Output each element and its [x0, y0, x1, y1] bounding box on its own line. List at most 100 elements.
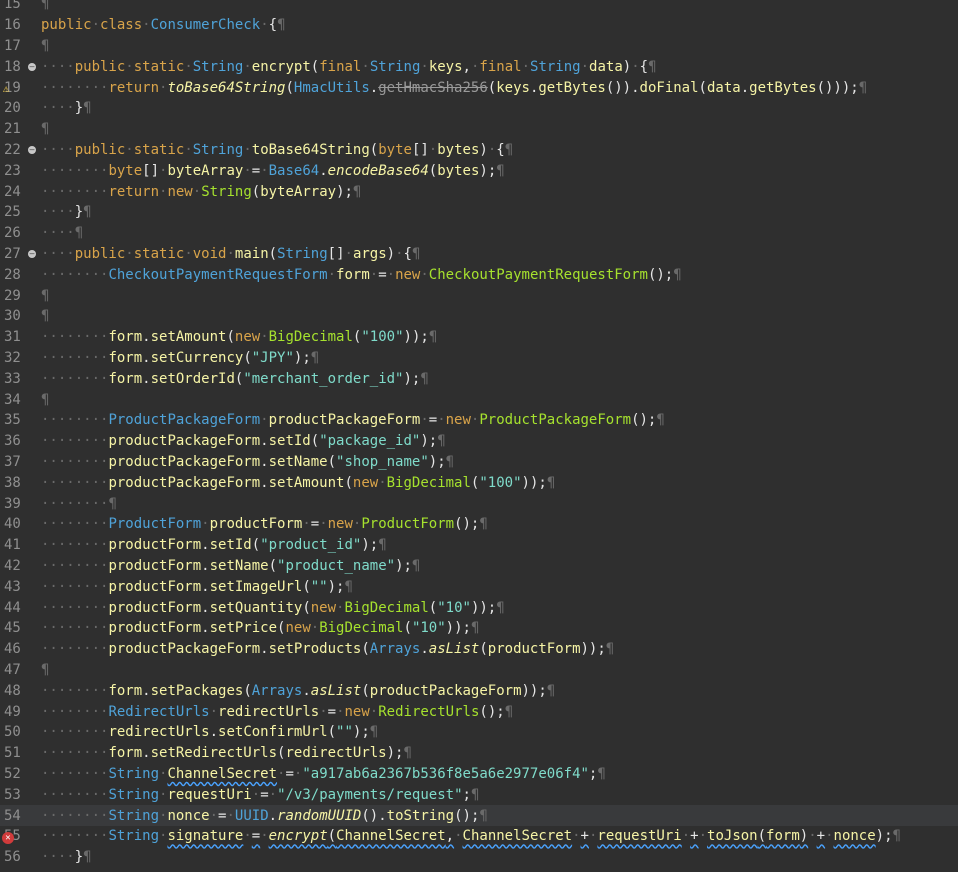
code-line[interactable]: 45 ········productForm.setPrice (new·BigDe…	[0, 618, 958, 639]
code-text[interactable]: ¶	[36, 392, 958, 408]
code-text[interactable]: ········productPackageForm.setId("packag…	[36, 433, 958, 449]
code-text[interactable]: ········productPackageForm.setName("shop…	[36, 454, 958, 470]
warning-icon[interactable]: ⚠	[0, 82, 12, 96]
line-gutter[interactable]: 47	[0, 662, 36, 678]
line-gutter[interactable]: ✕55	[0, 828, 36, 845]
line-gutter[interactable]: 26	[0, 225, 36, 241]
code-line[interactable]: 21 ¶	[0, 119, 958, 140]
code-text[interactable]: ····}¶	[36, 849, 958, 865]
line-gutter[interactable]: 45	[0, 620, 36, 636]
code-text[interactable]: ····¶	[36, 225, 958, 241]
line-gutter[interactable]: 25	[0, 204, 36, 220]
code-text[interactable]: ········productForm.setPrice (new·BigDeci…	[36, 620, 958, 636]
line-gutter[interactable]: 29	[0, 288, 36, 304]
code-line[interactable]: 41 ········productForm.setId("product_id"…	[0, 535, 958, 556]
code-line[interactable]: 54 ········String·nonce·=·UUID.randomUUID…	[0, 805, 958, 826]
code-line[interactable]: 37 ········productPackageForm.setName("sh…	[0, 452, 958, 473]
code-text[interactable]: ····public·static·String·encrypt(final·S…	[36, 59, 958, 75]
code-line[interactable]: 48 ········form.setPackages(Arrays.asList…	[0, 680, 958, 701]
code-line[interactable]: 34 ¶	[0, 389, 958, 410]
code-text[interactable]: ····public·static·void·main(String[]·arg…	[36, 246, 958, 262]
line-gutter[interactable]: 40	[0, 516, 36, 532]
code-text[interactable]: ········String·signature·=·encrypt(Chann…	[36, 828, 958, 844]
line-gutter[interactable]: 17	[0, 38, 36, 54]
code-line[interactable]: 36 ········productPackageForm.setId("pack…	[0, 431, 958, 452]
line-gutter[interactable]: 39	[0, 496, 36, 512]
code-line[interactable]: 18– ····public·static·String·encrypt(fina…	[0, 56, 958, 77]
code-text[interactable]: ········ProductForm·productForm·=·new·Pr…	[36, 516, 958, 532]
line-gutter[interactable]: 32	[0, 350, 36, 366]
code-line[interactable]: 53 ········String·requestUri·=·"/v3/payme…	[0, 784, 958, 805]
code-line[interactable]: 46 ········productPackageForm.setProducts…	[0, 639, 958, 660]
code-text[interactable]: ········form.setPackages(Arrays.asList(p…	[36, 683, 958, 699]
line-gutter[interactable]: 33	[0, 371, 36, 387]
code-line[interactable]: 50 ········redirectUrls.setConfirmUrl("")…	[0, 722, 958, 743]
code-text[interactable]: ¶	[36, 662, 958, 678]
line-gutter[interactable]: 24	[0, 184, 36, 200]
code-line[interactable]: 32 ········form.setCurrency("JPY");¶	[0, 348, 958, 369]
code-text[interactable]: ········form.setRedirectUrls(redirectUrl…	[36, 745, 958, 761]
code-line[interactable]: 43 ········productForm.setImageUrl("");¶	[0, 576, 958, 597]
code-text[interactable]: ········RedirectUrls·redirectUrls·=·new·…	[36, 704, 958, 720]
line-gutter[interactable]: 37	[0, 454, 36, 470]
line-gutter[interactable]: 30	[0, 308, 36, 324]
code-line[interactable]: 42 ········productForm.setName("product_n…	[0, 556, 958, 577]
line-gutter[interactable]: 27–	[0, 246, 36, 262]
code-line[interactable]: 31 ········form.setAmount(new·BigDecimal(…	[0, 327, 958, 348]
line-gutter[interactable]: 49	[0, 704, 36, 720]
code-line[interactable]: 16 public·class·ConsumerCheck·{¶	[0, 15, 958, 36]
code-text[interactable]: ¶	[36, 288, 958, 304]
line-gutter[interactable]: 16	[0, 17, 36, 33]
line-gutter[interactable]: 15	[0, 0, 36, 12]
code-line[interactable]: 28 ········CheckoutPaymentRequestForm·for…	[0, 264, 958, 285]
code-text[interactable]: ········redirectUrls.setConfirmUrl("");¶	[36, 724, 958, 740]
code-text[interactable]: ········form.setAmount(new·BigDecimal("1…	[36, 329, 958, 345]
code-text[interactable]: ····}¶	[36, 204, 958, 220]
code-text[interactable]: ········CheckoutPaymentRequestForm·form·…	[36, 267, 958, 283]
line-gutter[interactable]: 36	[0, 433, 36, 449]
line-gutter[interactable]: 28	[0, 267, 36, 283]
line-gutter[interactable]: 56	[0, 849, 36, 865]
line-gutter[interactable]: 35	[0, 412, 36, 428]
line-gutter[interactable]: 31	[0, 329, 36, 345]
code-text[interactable]: ····public·static·String·toBase64String(…	[36, 142, 958, 158]
line-gutter[interactable]: 52	[0, 766, 36, 782]
code-text[interactable]: ········form.setOrderId("merchant_order_…	[36, 371, 958, 387]
code-text[interactable]: ········productForm.setName("product_nam…	[36, 558, 958, 574]
code-line[interactable]: 20 ····}¶	[0, 98, 958, 119]
code-text[interactable]: ········productPackageForm.setAmount(new…	[36, 475, 958, 491]
line-gutter[interactable]: 50	[0, 724, 36, 740]
code-editor[interactable]: 15 ¶ 16 public·class·ConsumerCheck·{¶ 17 ¶ 18–…	[0, 0, 958, 872]
code-line[interactable]: 35 ········ProductPackageForm·productPack…	[0, 410, 958, 431]
code-line[interactable]: 49 ········RedirectUrls·redirectUrls·=·ne…	[0, 701, 958, 722]
code-line[interactable]: 44 ········productForm.setQuantity(new·Bi…	[0, 597, 958, 618]
code-text[interactable]: ········String·requestUri·=·"/v3/payment…	[36, 787, 958, 803]
code-line[interactable]: 52 ········String·ChannelSecret·=·"a917ab…	[0, 764, 958, 785]
line-gutter[interactable]: 48	[0, 683, 36, 699]
code-text[interactable]: ¶	[36, 308, 958, 324]
code-text[interactable]: ¶	[36, 0, 958, 12]
code-text[interactable]: public·class·ConsumerCheck·{¶	[36, 17, 958, 33]
code-text[interactable]: ¶	[36, 121, 958, 137]
line-gutter[interactable]: 41	[0, 537, 36, 553]
line-gutter[interactable]: 34	[0, 392, 36, 408]
fold-collapse-icon[interactable]: –	[28, 145, 36, 154]
code-text[interactable]: ····}¶	[36, 100, 958, 116]
code-line[interactable]: 40 ········ProductForm·productForm·=·new·…	[0, 514, 958, 535]
code-text[interactable]: ········String·ChannelSecret·=·"a917ab6a…	[36, 766, 958, 782]
code-line[interactable]: 27– ····public·static·void·main(String[]·…	[0, 244, 958, 265]
code-line[interactable]: 51 ········form.setRedirectUrls(redirectU…	[0, 743, 958, 764]
line-gutter[interactable]: 51	[0, 745, 36, 761]
line-gutter[interactable]: ⚠ 19	[0, 80, 36, 96]
code-line[interactable]: 23 ········byte[]·byteArray·=·Base64.enco…	[0, 160, 958, 181]
fold-collapse-icon[interactable]: –	[28, 249, 36, 258]
line-gutter[interactable]: 53	[0, 787, 36, 803]
code-line[interactable]: 33 ········form.setOrderId("merchant_orde…	[0, 368, 958, 389]
line-gutter[interactable]: 54	[0, 808, 36, 824]
line-gutter[interactable]: 22–	[0, 142, 36, 158]
code-text[interactable]: ········return·new·String(byteArray);¶	[36, 184, 958, 200]
code-line[interactable]: 30 ¶	[0, 306, 958, 327]
code-text[interactable]: ········productPackageForm.setProducts(A…	[36, 641, 958, 657]
code-line[interactable]: 47 ¶	[0, 660, 958, 681]
code-line[interactable]: 56 ····}¶	[0, 847, 958, 868]
